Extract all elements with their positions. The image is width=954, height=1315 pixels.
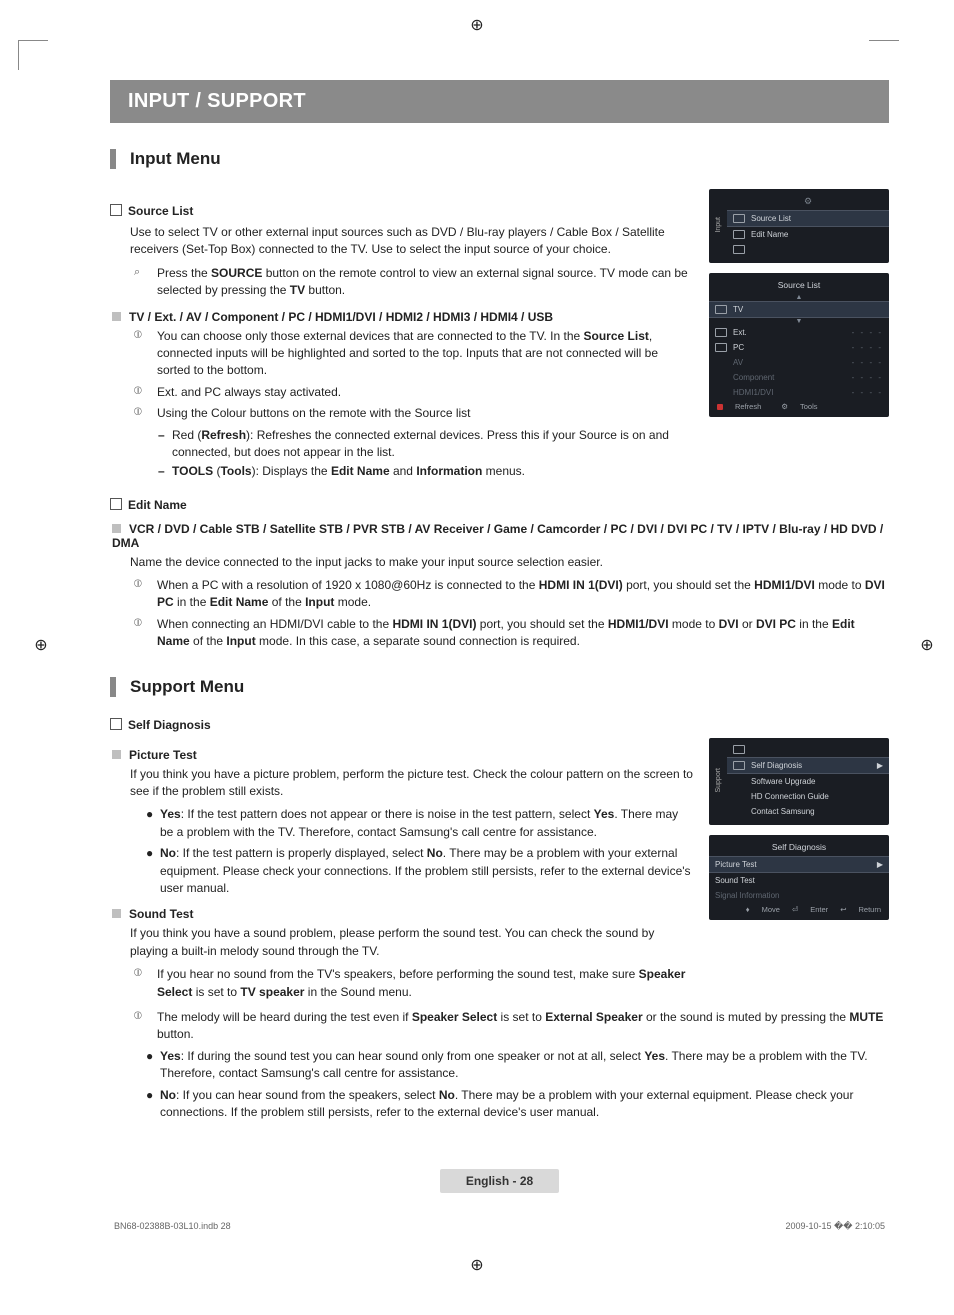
picture-test-p1: If you think you have a picture problem,… bbox=[130, 766, 693, 801]
print-file: BN68-02388B-03L10.indb 28 bbox=[114, 1221, 231, 1232]
osd-src-ext: Ext.- - - - bbox=[709, 325, 889, 340]
note-icon: ⦶ bbox=[134, 966, 151, 1001]
tv-ext-note-2: ⦶ Ext. and PC always stay activated. bbox=[134, 384, 693, 401]
tv-ext-note-1: ⦶ You can choose only those external dev… bbox=[134, 328, 693, 380]
osd-sd-sound: Sound Test bbox=[709, 873, 889, 888]
osd-src-pc: PC- - - - bbox=[709, 340, 889, 355]
pc-icon bbox=[715, 343, 727, 352]
registration-mark-right: ⊕ bbox=[918, 636, 936, 654]
box-icon bbox=[715, 328, 727, 337]
edit-name-note-1: ⦶ When a PC with a resolution of 1920 x … bbox=[134, 577, 889, 612]
osd-sd-signal: Signal Information bbox=[709, 888, 889, 903]
tv-ext-note-3: ⦶ Using the Colour buttons on the remote… bbox=[134, 405, 693, 422]
sound-test-no: ● No: If you can hear sound from the spe… bbox=[146, 1087, 889, 1122]
source-list-p1: Use to select TV or other external input… bbox=[130, 224, 693, 259]
note-icon: ⦶ bbox=[134, 577, 151, 612]
edit-name-list: VCR / DVD / Cable STB / Satellite STB / … bbox=[110, 522, 889, 550]
note-icon: ⦶ bbox=[134, 405, 151, 422]
sound-test-note-2: ⦶ The melody will be heard during the te… bbox=[134, 1009, 889, 1044]
grey-square-icon bbox=[112, 750, 121, 759]
bullet-square-icon bbox=[110, 498, 122, 510]
note-icon: ⦶ bbox=[134, 328, 151, 380]
note-icon: ⦶ bbox=[134, 616, 151, 651]
crop-mark-tr bbox=[869, 40, 899, 70]
red-button-icon bbox=[717, 404, 723, 410]
tv-ext-head: TV / Ext. / AV / Component / PC / HDMI1/… bbox=[110, 310, 693, 324]
osd-src-tv: TV bbox=[709, 301, 889, 318]
grey-square-icon bbox=[112, 312, 121, 321]
bullet-square-icon bbox=[110, 718, 122, 730]
osd-sup-self-diag: Self Diagnosis▶ bbox=[727, 757, 889, 774]
dash-refresh: – Red (Refresh): Refreshes the connected… bbox=[158, 427, 693, 462]
grey-square-icon bbox=[112, 524, 121, 533]
osd-source-list: Source List ▲ TV ▼ Ext.- - - - PC- - - -… bbox=[709, 273, 889, 417]
osd-input-menu: Input ⚙ Source List Edit Name bbox=[709, 189, 889, 263]
osd-sup-contact: Contact Samsung bbox=[727, 804, 889, 819]
osd-sd-foot: ♦Move ⏎Enter ↩Return bbox=[709, 903, 889, 914]
card-icon bbox=[733, 245, 745, 254]
print-meta: BN68-02388B-03L10.indb 28 2009-10-15 �� … bbox=[110, 1221, 889, 1250]
footer: English - 28 bbox=[110, 1169, 889, 1193]
osd-src-foot: Refresh⚙Tools bbox=[709, 400, 889, 411]
edit-name-head: Edit Name bbox=[110, 497, 889, 512]
sound-test-p1: If you think you have a sound problem, p… bbox=[130, 925, 693, 960]
sound-test-yes: ● Yes: If during the sound test you can … bbox=[146, 1048, 889, 1083]
question-icon bbox=[733, 761, 745, 770]
source-list-remote-note: ⌕ Press the SOURCE button on the remote … bbox=[134, 265, 693, 300]
edit-name-note-2: ⦶ When connecting an HDMI/DVI cable to t… bbox=[134, 616, 889, 651]
registration-mark-top: ⊕ bbox=[468, 16, 486, 34]
banner-title: INPUT / SUPPORT bbox=[110, 80, 889, 123]
page-number-pill: English - 28 bbox=[440, 1169, 559, 1193]
osd-sup-hd: HD Connection Guide bbox=[727, 789, 889, 804]
osd-item-source-list: Source List bbox=[727, 210, 889, 227]
osd-self-diag: Self Diagnosis Picture Test▶ Sound Test … bbox=[709, 835, 889, 920]
osd-sup-sw: Software Upgrade bbox=[727, 774, 889, 789]
note-icon: ⦶ bbox=[134, 1009, 151, 1044]
source-list-head: Source List bbox=[110, 203, 693, 218]
osd-support-menu: Support Self Diagnosis▶ Software Upgrade… bbox=[709, 738, 889, 825]
registration-mark-left: ⊕ bbox=[32, 636, 50, 654]
osd-sd-picture: Picture Test▶ bbox=[709, 856, 889, 873]
note-icon: ⦶ bbox=[134, 384, 151, 401]
picture-test-no: ● No: If the test pattern is properly di… bbox=[146, 845, 693, 897]
osd-src-hdmi1: HDMI1/DVI- - - - bbox=[709, 385, 889, 400]
picture-test-yes: ● Yes: If the test pattern does not appe… bbox=[146, 806, 693, 841]
picture-test-head: Picture Test bbox=[110, 748, 693, 762]
print-timestamp: 2009-10-15 �� 2:10:05 bbox=[785, 1221, 885, 1232]
section-input-title: Input Menu bbox=[110, 149, 889, 169]
remote-icon: ⌕ bbox=[134, 265, 151, 300]
section-support-title: Support Menu bbox=[110, 677, 889, 697]
sound-test-head: Sound Test bbox=[110, 907, 693, 921]
bullet-square-icon bbox=[110, 204, 122, 216]
grey-square-icon bbox=[112, 909, 121, 918]
osd-src-component: Component- - - - bbox=[709, 370, 889, 385]
edit-name-p1: Name the device connected to the input j… bbox=[130, 554, 889, 571]
sound-test-note-1: ⦶ If you hear no sound from the TV's spe… bbox=[134, 966, 693, 1001]
crop-mark-tl bbox=[18, 40, 48, 70]
registration-mark-bottom: ⊕ bbox=[468, 1256, 486, 1274]
card-icon bbox=[733, 745, 745, 754]
tv-icon bbox=[715, 305, 727, 314]
self-diag-head: Self Diagnosis bbox=[110, 717, 889, 732]
plug-icon bbox=[733, 214, 745, 223]
osd-item-edit-name: Edit Name bbox=[727, 227, 889, 242]
dash-tools: – TOOLS (Tools): Displays the Edit Name … bbox=[158, 463, 693, 480]
card-icon bbox=[733, 230, 745, 239]
osd-src-av: AV- - - - bbox=[709, 355, 889, 370]
